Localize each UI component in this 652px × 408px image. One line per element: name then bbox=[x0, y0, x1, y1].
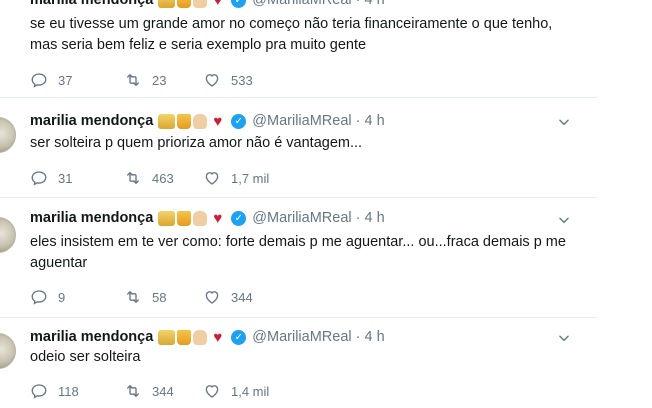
name-emojis: ♥ bbox=[158, 112, 226, 130]
tweet-actions: 118 344 1,4 mil bbox=[30, 382, 293, 400]
avatar[interactable] bbox=[0, 117, 16, 153]
money-emoji-icon bbox=[158, 113, 176, 129]
retweet-count: 58 bbox=[152, 289, 167, 305]
author-name[interactable]: marilia mendonça bbox=[30, 210, 153, 226]
tweet[interactable]: marilia mendonça ♥ ✓ @MariliaMReal · 4 h… bbox=[0, 97, 597, 198]
name-emojis: ♥ bbox=[158, 328, 226, 346]
like-count: 533 bbox=[231, 72, 253, 88]
name-emojis: ♥ bbox=[158, 209, 226, 227]
like-count: 1,7 mil bbox=[231, 170, 270, 186]
like-count: 344 bbox=[231, 289, 253, 305]
tweet[interactable]: marilia mendonça ♥ ✓ @MariliaMReal · 4 h… bbox=[0, 317, 597, 408]
tweet-header: marilia mendonça ♥ ✓ @MariliaMReal · 4 h bbox=[30, 0, 385, 10]
reply-icon bbox=[31, 290, 47, 305]
tweet[interactable]: marilia mendonça ♥ ✓ @MariliaMReal · 4 h… bbox=[0, 0, 597, 98]
reply-icon bbox=[31, 384, 47, 399]
chevron-down-icon[interactable] bbox=[557, 115, 571, 129]
broken-heart-emoji-icon: ♥ bbox=[213, 209, 223, 227]
reply-count: 9 bbox=[58, 289, 66, 305]
broken-heart-emoji-icon: ♥ bbox=[213, 328, 223, 346]
reply-button[interactable]: 37 bbox=[30, 71, 124, 89]
avatar[interactable] bbox=[0, 333, 16, 369]
reply-button[interactable]: 9 bbox=[30, 288, 124, 306]
broken-heart-emoji-icon: ♥ bbox=[213, 112, 223, 130]
retweet-icon bbox=[127, 291, 139, 303]
retweet-count: 463 bbox=[152, 170, 174, 186]
beer-emoji-icon bbox=[177, 329, 192, 345]
reply-count: 118 bbox=[58, 383, 79, 399]
rock-hand-emoji-icon bbox=[193, 329, 208, 345]
retweet-icon bbox=[127, 172, 139, 184]
rock-hand-emoji-icon bbox=[193, 210, 208, 226]
retweet-button[interactable]: 23 bbox=[124, 71, 203, 89]
tweet-text: eles insistem em te ver como: forte dema… bbox=[30, 234, 566, 271]
tweet-header: marilia mendonça ♥ ✓ @MariliaMReal · 4 h bbox=[30, 327, 385, 347]
tweet-text: se eu tivesse um grande amor no começo n… bbox=[30, 16, 553, 53]
tweet-actions: 31 463 1,7 mil bbox=[30, 169, 293, 187]
reply-icon bbox=[31, 73, 47, 88]
heart-icon bbox=[205, 74, 219, 87]
name-emojis: ♥ bbox=[158, 0, 226, 8]
heart-icon bbox=[205, 172, 219, 185]
retweet-button[interactable]: 463 bbox=[124, 169, 203, 187]
heart-icon bbox=[205, 291, 219, 304]
broken-heart-emoji-icon: ♥ bbox=[213, 0, 223, 9]
retweet-count: 344 bbox=[152, 383, 174, 399]
verified-badge-icon: ✓ bbox=[231, 210, 247, 226]
author-handle[interactable]: @MariliaMReal · 4 h bbox=[252, 210, 384, 226]
retweet-button[interactable]: 344 bbox=[124, 382, 203, 400]
retweet-icon bbox=[127, 74, 139, 86]
like-button[interactable]: 1,7 mil bbox=[203, 169, 293, 187]
retweet-icon bbox=[127, 385, 139, 397]
like-count: 1,4 mil bbox=[231, 383, 270, 399]
money-emoji-icon bbox=[158, 329, 176, 345]
tweet-feed: marilia mendonça ♥ ✓ @MariliaMReal · 4 h… bbox=[0, 0, 597, 408]
beer-emoji-icon bbox=[177, 113, 192, 129]
reply-button[interactable]: 118 bbox=[30, 382, 124, 400]
reply-button[interactable]: 31 bbox=[30, 169, 124, 187]
author-name[interactable]: marilia mendonça bbox=[30, 0, 153, 8]
rock-hand-emoji-icon bbox=[193, 0, 208, 8]
beer-emoji-icon bbox=[177, 0, 192, 8]
verified-badge-icon: ✓ bbox=[231, 0, 247, 8]
avatar[interactable] bbox=[0, 217, 16, 253]
reply-count: 31 bbox=[58, 170, 73, 186]
money-emoji-icon bbox=[158, 0, 176, 8]
tweet-text: ser solteira p quem prioriza amor não é … bbox=[30, 135, 363, 151]
money-emoji-icon bbox=[158, 210, 176, 226]
verified-badge-icon: ✓ bbox=[231, 329, 247, 345]
heart-icon bbox=[205, 385, 219, 398]
chevron-down-icon[interactable] bbox=[557, 213, 571, 227]
like-button[interactable]: 1,4 mil bbox=[203, 382, 293, 400]
author-handle[interactable]: @MariliaMReal · 4 h bbox=[252, 0, 384, 8]
tweet-text: odeio ser solteira bbox=[30, 349, 141, 365]
author-name[interactable]: marilia mendonça bbox=[30, 329, 153, 345]
tweet-header: marilia mendonça ♥ ✓ @MariliaMReal · 4 h bbox=[30, 111, 385, 131]
retweet-button[interactable]: 58 bbox=[124, 288, 203, 306]
reply-count: 37 bbox=[58, 72, 73, 88]
tweet-header: marilia mendonça ♥ ✓ @MariliaMReal · 4 h bbox=[30, 208, 385, 228]
author-handle[interactable]: @MariliaMReal · 4 h bbox=[252, 113, 384, 129]
author-name[interactable]: marilia mendonça bbox=[30, 113, 153, 129]
tweet-actions: 37 23 533 bbox=[30, 71, 293, 89]
rock-hand-emoji-icon bbox=[193, 113, 208, 129]
tweet-actions: 9 58 344 bbox=[30, 288, 293, 306]
tweet[interactable]: marilia mendonça ♥ ✓ @MariliaMReal · 4 h… bbox=[0, 197, 597, 318]
retweet-count: 23 bbox=[152, 72, 167, 88]
reply-icon bbox=[31, 171, 47, 186]
like-button[interactable]: 344 bbox=[203, 288, 293, 306]
author-handle[interactable]: @MariliaMReal · 4 h bbox=[252, 329, 384, 345]
like-button[interactable]: 533 bbox=[203, 71, 293, 89]
chevron-down-icon[interactable] bbox=[557, 331, 571, 345]
beer-emoji-icon bbox=[177, 210, 192, 226]
verified-badge-icon: ✓ bbox=[231, 113, 247, 129]
